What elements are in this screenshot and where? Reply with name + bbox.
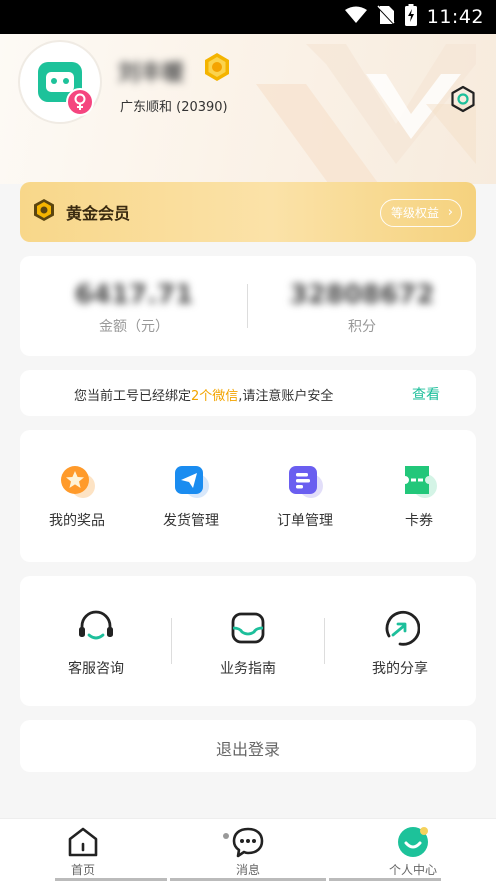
balance-card: 6417.71 金额（元） 32808672 积分 [20, 256, 476, 356]
service-coupons[interactable]: 卡券 [362, 462, 476, 530]
settings-icon[interactable] [450, 85, 476, 117]
amount-label: 金额（元） [99, 319, 169, 335]
user-company: 广东顺和 (20390) [120, 100, 228, 115]
tab-label: 个人中心 [388, 863, 437, 877]
points-value: 32808672 [289, 280, 435, 310]
headset-icon [79, 610, 113, 640]
order-icon [289, 466, 323, 498]
support-customer-service[interactable]: 客服咨询 [20, 608, 172, 678]
service-label: 订单管理 [277, 513, 333, 529]
female-gender-icon [66, 88, 94, 116]
vip-medal-icon [32, 198, 56, 226]
notice-text-before: 您当前工号已经绑定 [74, 389, 192, 404]
service-label: 卡券 [405, 513, 433, 529]
unread-dot [223, 833, 229, 839]
support-label: 我的分享 [372, 661, 428, 677]
status-bar: 11:42 [0, 0, 496, 34]
message-icon [232, 827, 264, 858]
battery-charging-icon [404, 4, 417, 30]
tab-label: 首页 [70, 863, 95, 877]
no-sim-icon [377, 5, 395, 29]
amount-section[interactable]: 6417.71 金额（元） [20, 256, 248, 356]
vip-level-label: 黄金会员 [66, 204, 131, 223]
support-label: 业务指南 [220, 661, 276, 677]
support-my-share[interactable]: 我的分享 [324, 608, 476, 678]
user-name: 刘丰暖 [118, 61, 185, 86]
tab-label: 消息 [235, 863, 260, 877]
tab-home[interactable]: 首页 [27, 825, 139, 878]
service-my-prizes[interactable]: 我的奖品 [20, 462, 134, 530]
level-rights-button[interactable]: 等级权益 › [379, 199, 462, 227]
points-section[interactable]: 32808672 积分 [248, 256, 476, 356]
wifi-icon [344, 6, 367, 28]
security-notice: 您当前工号已经绑定2个微信,请注意账户安全 查看 [20, 370, 476, 416]
chevron-right-icon: › [447, 205, 453, 220]
logout-label: 退出登录 [215, 740, 280, 759]
gold-level-icon [202, 52, 232, 86]
header-decoration-icon [256, 44, 476, 184]
send-icon [175, 466, 209, 498]
home-icon [68, 827, 98, 857]
view-link[interactable]: 查看 [412, 384, 440, 404]
amount-value: 6417.71 [74, 280, 194, 310]
support-grid: 客服咨询 业务指南 我的分享 [20, 576, 476, 706]
service-label: 我的奖品 [49, 513, 105, 529]
logout-button[interactable]: 退出登录 [20, 720, 476, 772]
share-icon [385, 610, 420, 646]
support-business-guide[interactable]: 业务指南 [172, 608, 324, 678]
services-grid: 我的奖品 发货管理 订单管理 卡券 [20, 430, 476, 562]
service-label: 发货管理 [163, 513, 219, 529]
tab-messages[interactable]: 消息 [192, 825, 304, 878]
profile-icon [398, 827, 428, 857]
points-label: 积分 [348, 319, 376, 335]
guide-icon [231, 612, 265, 644]
service-shipping[interactable]: 发货管理 [134, 462, 248, 530]
clock: 11:42 [426, 6, 484, 28]
support-label: 客服咨询 [68, 661, 124, 677]
bottom-tab-bar: 首页 消息 个人中心 [0, 818, 496, 881]
notice-highlight: 2个微信 [191, 389, 239, 404]
level-rights-label: 等级权益 [390, 206, 439, 220]
vip-membership-bar[interactable]: 黄金会员 等级权益 › [20, 182, 476, 242]
service-orders[interactable]: 订单管理 [248, 462, 362, 530]
prize-icon [61, 466, 95, 498]
tab-profile[interactable]: 个人中心 [357, 825, 469, 878]
coupon-icon [405, 466, 437, 498]
notice-text-after: ,请注意账户安全 [238, 389, 334, 404]
notice-text: 您当前工号已经绑定2个微信,请注意账户安全 [74, 385, 333, 404]
